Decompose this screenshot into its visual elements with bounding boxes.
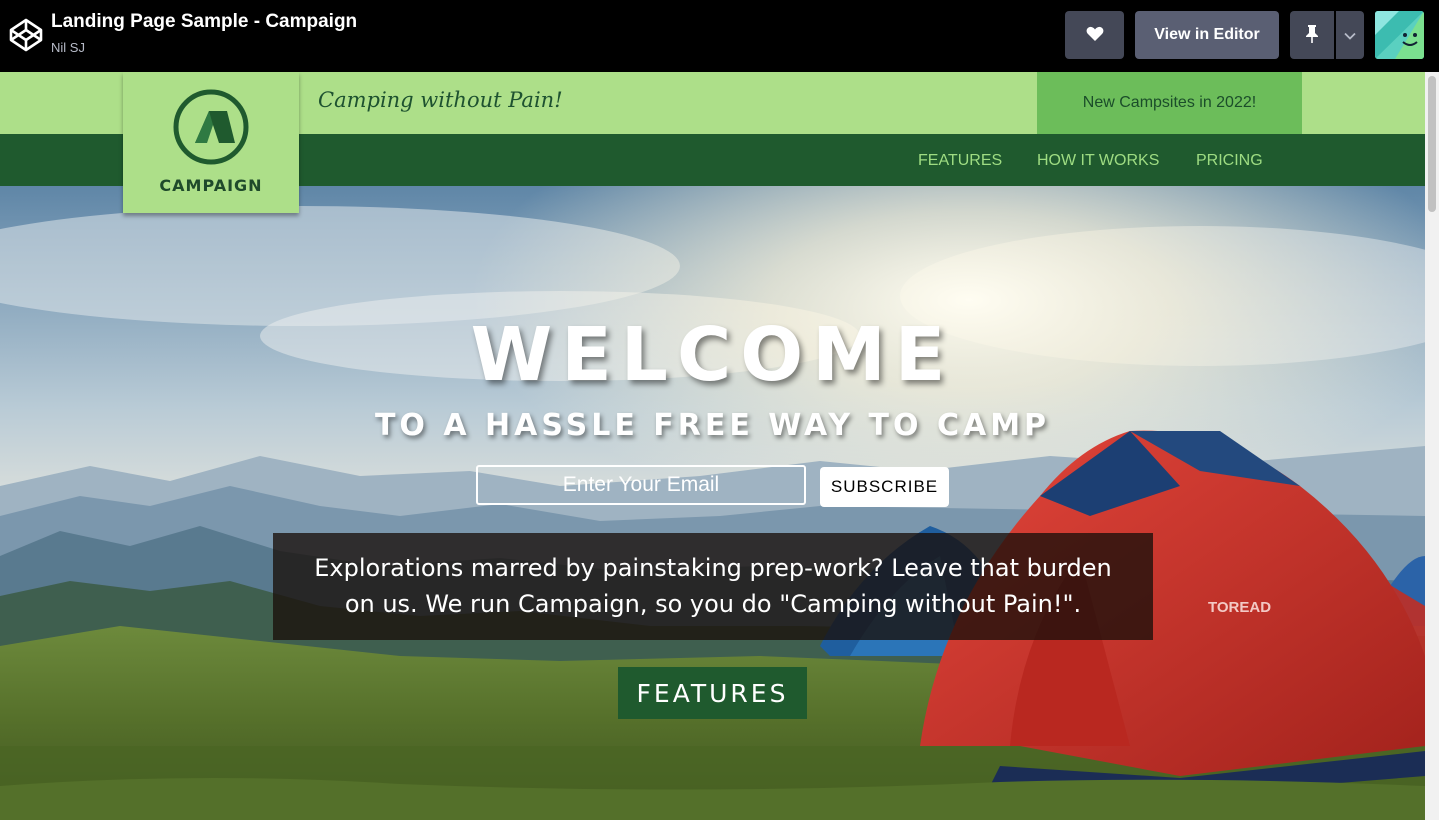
codepen-header: Landing Page Sample - Campaign Nil SJ Vi… bbox=[0, 0, 1439, 72]
hero-welcome-heading: WELCOME bbox=[470, 312, 955, 398]
hero-description: Explorations marred by painstaking prep-… bbox=[273, 533, 1153, 640]
page-scrollbar[interactable] bbox=[1425, 72, 1439, 820]
hero-section: TOREAD WELCOME TO A HASSLE FREE WAY TO C… bbox=[0, 186, 1425, 820]
pin-icon bbox=[1305, 24, 1319, 47]
scrollbar-thumb[interactable] bbox=[1428, 76, 1436, 212]
tent-icon bbox=[171, 87, 251, 167]
nav-link-how-it-works[interactable]: HOW IT WORKS bbox=[1037, 152, 1159, 170]
announcement-banner[interactable]: New Campsites in 2022! bbox=[1037, 72, 1302, 134]
pen-preview: Camping without Pain! New Campsites in 2… bbox=[0, 72, 1425, 820]
features-button[interactable]: FEATURES bbox=[618, 667, 807, 719]
heart-icon bbox=[1086, 26, 1104, 45]
tent-brand-text: TOREAD bbox=[1208, 599, 1271, 616]
subscribe-button[interactable]: SUBSCRIBE bbox=[820, 467, 949, 507]
pen-title: Landing Page Sample - Campaign bbox=[51, 11, 358, 32]
email-input[interactable] bbox=[476, 465, 806, 505]
site-tagline: Camping without Pain! bbox=[318, 88, 563, 112]
view-in-editor-button[interactable]: View in Editor bbox=[1135, 11, 1279, 59]
hero-subheading: TO A HASSLE FREE WAY TO CAMP bbox=[374, 408, 1051, 443]
pen-author[interactable]: Nil SJ bbox=[51, 40, 85, 55]
logo-wordmark: CAMPAIGN bbox=[159, 176, 263, 195]
nav-link-features[interactable]: FEATURES bbox=[918, 152, 1002, 170]
chevron-down-icon bbox=[1344, 28, 1356, 43]
site-logo[interactable]: CAMPAIGN bbox=[123, 72, 299, 213]
hero-description-line-2: on us. We run Campaign, so you do "Campi… bbox=[344, 590, 1082, 618]
pin-dropdown-button[interactable] bbox=[1336, 11, 1364, 59]
nav-link-pricing[interactable]: PRICING bbox=[1196, 152, 1263, 170]
hero-description-line-1: Explorations marred by painstaking prep-… bbox=[314, 554, 1112, 582]
user-avatar[interactable] bbox=[1375, 11, 1424, 59]
heart-button[interactable] bbox=[1065, 11, 1124, 59]
pin-button[interactable] bbox=[1290, 11, 1334, 59]
codepen-logo-icon[interactable] bbox=[8, 17, 44, 53]
